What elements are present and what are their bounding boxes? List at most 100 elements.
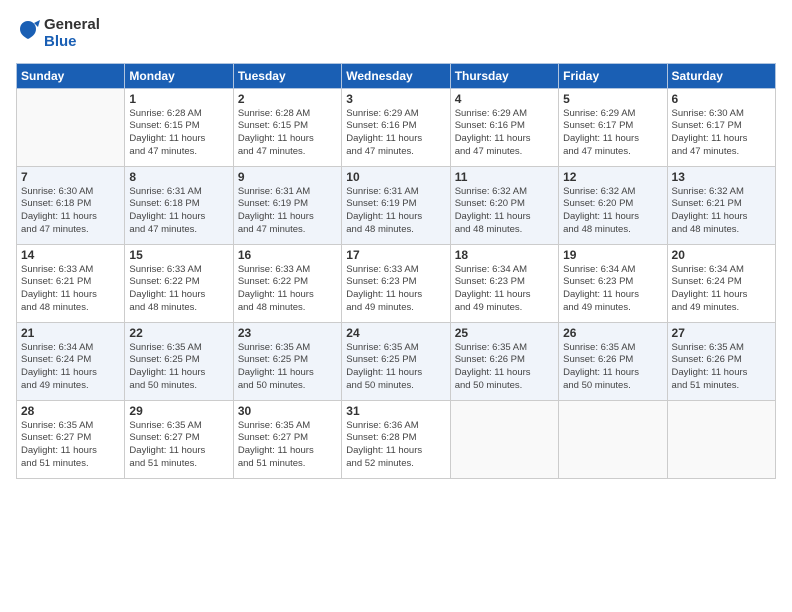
day-info: Sunrise: 6:28 AMSunset: 6:15 PMDaylight:… [129, 108, 228, 159]
calendar-cell: 25 Sunrise: 6:35 AMSunset: 6:26 PMDayligh… [450, 322, 558, 400]
day-number: 19 [563, 248, 662, 262]
header-saturday: Saturday [667, 63, 775, 88]
day-info: Sunrise: 6:34 AMSunset: 6:23 PMDaylight:… [563, 264, 662, 315]
week-row-3: 21 Sunrise: 6:34 AMSunset: 6:24 PMDayligh… [17, 322, 776, 400]
day-info: Sunrise: 6:35 AMSunset: 6:27 PMDaylight:… [129, 420, 228, 471]
calendar-cell: 14Sunrise: 6:33 AMSunset: 6:21 PMDayligh… [17, 244, 125, 322]
day-number: 15 [129, 248, 228, 262]
calendar-cell [450, 400, 558, 478]
logo-general-text: General [44, 16, 100, 33]
calendar-cell: 1 Sunrise: 6:28 AMSunset: 6:15 PMDaylight… [125, 88, 233, 166]
day-number: 1 [129, 92, 228, 106]
day-info: Sunrise: 6:28 AMSunset: 6:15 PMDaylight:… [238, 108, 337, 159]
day-info: Sunrise: 6:31 AMSunset: 6:19 PMDaylight:… [238, 186, 337, 237]
day-number: 28 [21, 404, 120, 418]
day-number: 12 [563, 170, 662, 184]
calendar-cell [17, 88, 125, 166]
calendar-cell: 26Sunrise: 6:35 AMSunset: 6:26 PMDayligh… [559, 322, 667, 400]
day-info: Sunrise: 6:35 AMSunset: 6:25 PMDaylight:… [346, 342, 445, 393]
day-info: Sunrise: 6:35 AMSunset: 6:27 PMDaylight:… [238, 420, 337, 471]
day-number: 25 [455, 326, 554, 340]
day-info: Sunrise: 6:29 AMSunset: 6:17 PMDaylight:… [563, 108, 662, 159]
day-number: 30 [238, 404, 337, 418]
day-number: 16 [238, 248, 337, 262]
day-info: Sunrise: 6:34 AMSunset: 6:24 PMDaylight:… [672, 264, 771, 315]
day-info: Sunrise: 6:35 AMSunset: 6:27 PMDaylight:… [21, 420, 120, 471]
week-row-1: 7 Sunrise: 6:30 AMSunset: 6:18 PMDaylight… [17, 166, 776, 244]
day-info: Sunrise: 6:33 AMSunset: 6:23 PMDaylight:… [346, 264, 445, 315]
calendar-cell: 15 Sunrise: 6:33 AMSunset: 6:22 PMDayligh… [125, 244, 233, 322]
calendar-cell: 28 Sunrise: 6:35 AMSunset: 6:27 PMDayligh… [17, 400, 125, 478]
week-row-0: 1 Sunrise: 6:28 AMSunset: 6:15 PMDaylight… [17, 88, 776, 166]
calendar-cell: 16 Sunrise: 6:33 AMSunset: 6:22 PMDayligh… [233, 244, 341, 322]
day-number: 5 [563, 92, 662, 106]
calendar-cell: 11Sunrise: 6:32 AMSunset: 6:20 PMDayligh… [450, 166, 558, 244]
day-number: 24 [346, 326, 445, 340]
calendar-cell: 18Sunrise: 6:34 AMSunset: 6:23 PMDayligh… [450, 244, 558, 322]
calendar-cell: 13 Sunrise: 6:32 AMSunset: 6:21 PMDayligh… [667, 166, 775, 244]
day-number: 13 [672, 170, 771, 184]
calendar-cell: 5 Sunrise: 6:29 AMSunset: 6:17 PMDaylight… [559, 88, 667, 166]
calendar-cell: 2 Sunrise: 6:28 AMSunset: 6:15 PMDaylight… [233, 88, 341, 166]
calendar-cell: 23 Sunrise: 6:35 AMSunset: 6:25 PMDayligh… [233, 322, 341, 400]
day-number: 7 [21, 170, 120, 184]
day-number: 11 [455, 170, 554, 184]
header: General Blue [16, 16, 776, 51]
day-info: Sunrise: 6:34 AMSunset: 6:23 PMDaylight:… [455, 264, 554, 315]
day-number: 17 [346, 248, 445, 262]
day-info: Sunrise: 6:35 AMSunset: 6:25 PMDaylight:… [238, 342, 337, 393]
logo-blue-text: Blue [44, 33, 100, 50]
calendar-cell: 27Sunrise: 6:35 AMSunset: 6:26 PMDayligh… [667, 322, 775, 400]
day-info: Sunrise: 6:33 AMSunset: 6:22 PMDaylight:… [129, 264, 228, 315]
day-number: 8 [129, 170, 228, 184]
calendar-cell: 19 Sunrise: 6:34 AMSunset: 6:23 PMDayligh… [559, 244, 667, 322]
calendar-cell: 21 Sunrise: 6:34 AMSunset: 6:24 PMDayligh… [17, 322, 125, 400]
day-number: 21 [21, 326, 120, 340]
calendar-cell: 9 Sunrise: 6:31 AMSunset: 6:19 PMDaylight… [233, 166, 341, 244]
logo-text: General Blue [44, 16, 100, 51]
day-info: Sunrise: 6:32 AMSunset: 6:21 PMDaylight:… [672, 186, 771, 237]
day-info: Sunrise: 6:33 AMSunset: 6:22 PMDaylight:… [238, 264, 337, 315]
header-sunday: Sunday [17, 63, 125, 88]
calendar-cell: 7 Sunrise: 6:30 AMSunset: 6:18 PMDaylight… [17, 166, 125, 244]
day-info: Sunrise: 6:29 AMSunset: 6:16 PMDaylight:… [346, 108, 445, 159]
day-number: 2 [238, 92, 337, 106]
day-info: Sunrise: 6:34 AMSunset: 6:24 PMDaylight:… [21, 342, 120, 393]
calendar-cell: 20 Sunrise: 6:34 AMSunset: 6:24 PMDayligh… [667, 244, 775, 322]
day-info: Sunrise: 6:30 AMSunset: 6:18 PMDaylight:… [21, 186, 120, 237]
day-info: Sunrise: 6:31 AMSunset: 6:18 PMDaylight:… [129, 186, 228, 237]
calendar-cell: 6Sunrise: 6:30 AMSunset: 6:17 PMDaylight… [667, 88, 775, 166]
calendar-cell: 22Sunrise: 6:35 AMSunset: 6:25 PMDayligh… [125, 322, 233, 400]
calendar-cell [559, 400, 667, 478]
day-number: 23 [238, 326, 337, 340]
calendar-cell: 29 Sunrise: 6:35 AMSunset: 6:27 PMDayligh… [125, 400, 233, 478]
day-info: Sunrise: 6:35 AMSunset: 6:26 PMDaylight:… [455, 342, 554, 393]
day-number: 10 [346, 170, 445, 184]
header-wednesday: Wednesday [342, 63, 450, 88]
week-row-2: 14Sunrise: 6:33 AMSunset: 6:21 PMDayligh… [17, 244, 776, 322]
calendar-cell: 10 Sunrise: 6:31 AMSunset: 6:19 PMDayligh… [342, 166, 450, 244]
logo: General Blue [16, 16, 100, 51]
logo-container: General Blue [16, 16, 100, 51]
calendar-cell: 4Sunrise: 6:29 AMSunset: 6:16 PMDaylight… [450, 88, 558, 166]
day-number: 4 [455, 92, 554, 106]
day-number: 31 [346, 404, 445, 418]
header-thursday: Thursday [450, 63, 558, 88]
day-info: Sunrise: 6:35 AMSunset: 6:26 PMDaylight:… [563, 342, 662, 393]
day-info: Sunrise: 6:31 AMSunset: 6:19 PMDaylight:… [346, 186, 445, 237]
day-number: 20 [672, 248, 771, 262]
calendar-cell [667, 400, 775, 478]
day-number: 22 [129, 326, 228, 340]
header-friday: Friday [559, 63, 667, 88]
day-number: 6 [672, 92, 771, 106]
day-info: Sunrise: 6:36 AMSunset: 6:28 PMDaylight:… [346, 420, 445, 471]
header-tuesday: Tuesday [233, 63, 341, 88]
day-number: 29 [129, 404, 228, 418]
calendar-header-row: SundayMondayTuesdayWednesdayThursdayFrid… [17, 63, 776, 88]
day-info: Sunrise: 6:33 AMSunset: 6:21 PMDaylight:… [21, 264, 120, 315]
calendar-cell: 30 Sunrise: 6:35 AMSunset: 6:27 PMDayligh… [233, 400, 341, 478]
header-monday: Monday [125, 63, 233, 88]
calendar-body: 1 Sunrise: 6:28 AMSunset: 6:15 PMDaylight… [17, 88, 776, 478]
day-number: 9 [238, 170, 337, 184]
calendar-cell: 3Sunrise: 6:29 AMSunset: 6:16 PMDaylight… [342, 88, 450, 166]
